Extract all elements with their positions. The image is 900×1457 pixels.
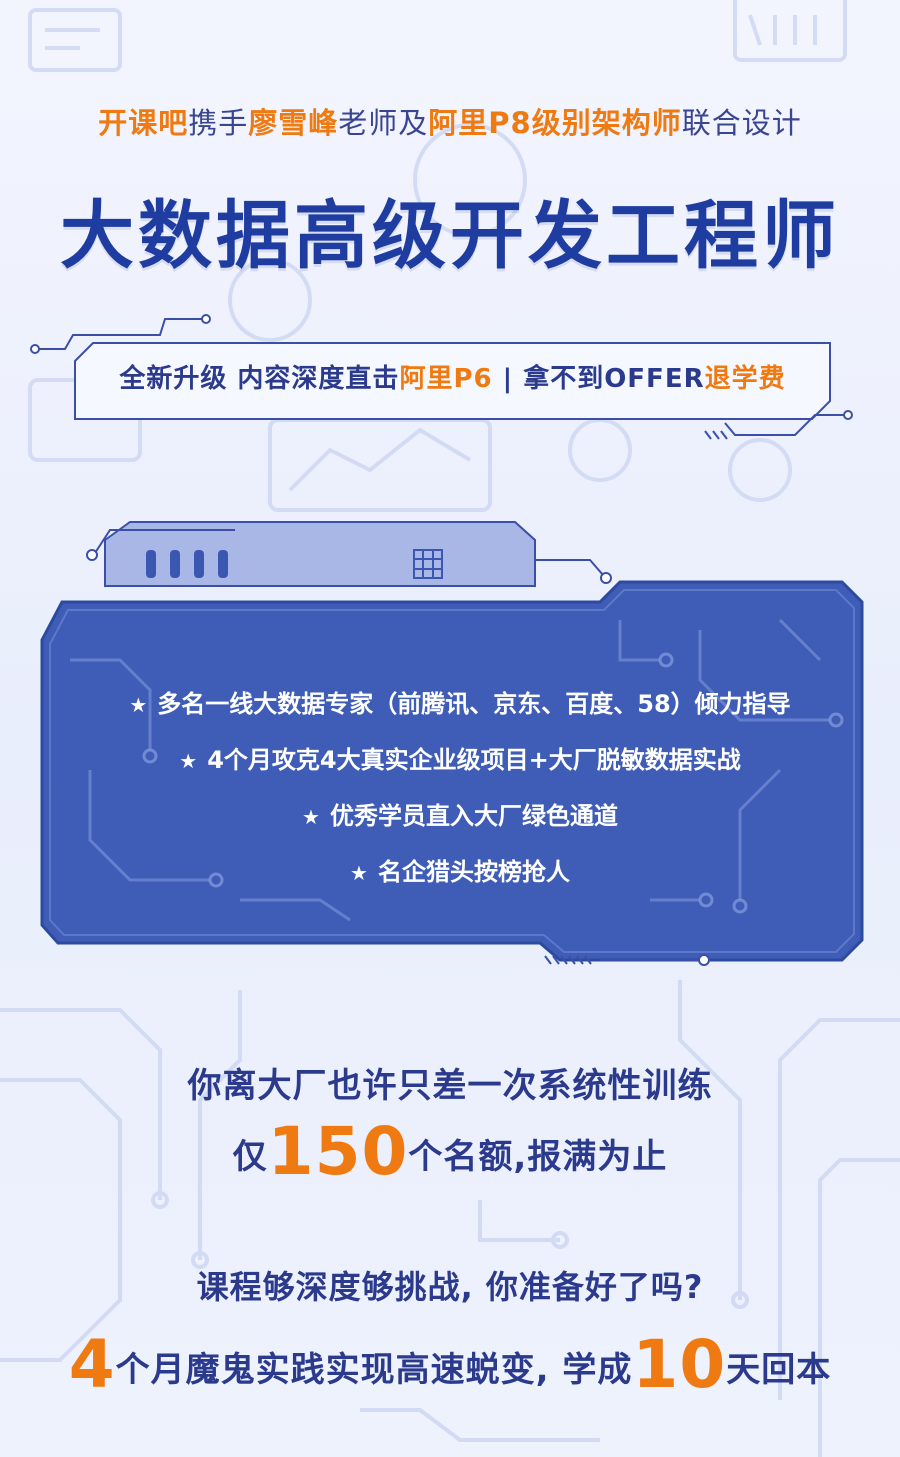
subtitle-part-with: 携手 <box>188 106 249 140</box>
tagline-upgrade: 全新升级 内容深度直击 <box>119 364 400 394</box>
feature-item: ★ 名企猎头按榜抢人 <box>50 844 870 900</box>
tagline-alibaba-p6: 阿里P6 <box>399 364 493 394</box>
feature-text: 多名一线大数据专家（前腾讯、京东、百度、58）倾力指导 <box>157 690 791 718</box>
feature-list: ★ 多名一线大数据专家（前腾讯、京东、百度、58）倾力指导 ★ 4个月攻克4大真实企… <box>50 676 870 900</box>
payback-text: 天回本 <box>726 1350 832 1390</box>
feature-text: 名企猎头按榜抢人 <box>377 858 570 886</box>
tagline-refund: 退学费 <box>704 364 786 394</box>
promo-line-challenge: 课程够深度够挑战, 你准备好了吗? <box>196 1268 704 1306</box>
transformation-text: 个月魔鬼实践实现高速蜕变, 学成 <box>115 1350 633 1390</box>
quota-prefix: 仅 <box>232 1137 268 1177</box>
feature-item: ★ 多名一线大数据专家（前腾讯、京东、百度、58）倾力指导 <box>50 676 870 732</box>
days-number: 10 <box>632 1326 727 1403</box>
promo-line-training: 你离大厂也许只差一次系统性训练 <box>187 1066 713 1106</box>
star-icon: ★ <box>129 693 148 717</box>
tagline-no-offer: | 拿不到OFFER <box>492 364 705 394</box>
feature-item: ★ 4个月攻克4大真实企业级项目+大厂脱敏数据实战 <box>50 732 870 788</box>
months-number: 4 <box>68 1326 116 1403</box>
star-icon: ★ <box>302 805 320 829</box>
star-icon: ★ <box>350 861 368 885</box>
tagline: 全新升级 内容深度直击阿里P6 | 拿不到OFFER退学费 <box>75 358 830 395</box>
header-subtitle: 开课吧携手廖雪峰老师及阿里P8级别架构师联合设计 <box>0 100 900 142</box>
quota-suffix: 个名额,报满为止 <box>408 1137 668 1177</box>
feature-text: 4个月攻克4大真实企业级项目+大厂脱敏数据实战 <box>207 746 741 774</box>
promo-line-transformation: 4个月魔鬼实践实现高速蜕变, 学成10天回本 <box>0 1325 900 1405</box>
star-icon: ★ <box>179 749 198 773</box>
feature-item: ★ 优秀学员直入大厂绿色通道 <box>50 788 870 844</box>
quota-number: 150 <box>267 1113 409 1190</box>
promo-line-quota: 仅150个名额,报满为止 <box>0 1112 900 1192</box>
subtitle-part-teacher-and: 老师及 <box>338 106 429 140</box>
subtitle-part-teacher-name: 廖雪峰 <box>248 106 339 140</box>
page-title: 大数据高级开发工程师 <box>60 193 840 279</box>
subtitle-part-kaikeba: 开课吧 <box>98 106 189 140</box>
subtitle-part-architect: 阿里P8级别架构师 <box>428 106 682 140</box>
feature-text: 优秀学员直入大厂绿色通道 <box>329 802 618 830</box>
subtitle-part-joint-design: 联合设计 <box>681 106 802 140</box>
